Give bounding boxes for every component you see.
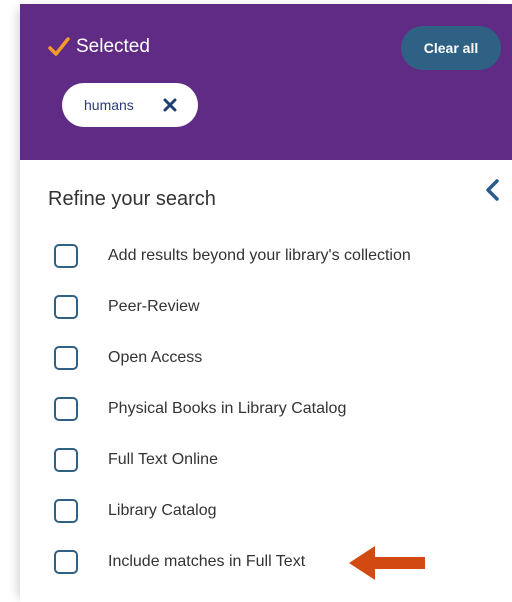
facet-label: Include matches in Full Text [108, 553, 306, 570]
facet-checkbox[interactable] [54, 346, 78, 370]
facet-item-library-catalog[interactable]: Library Catalog [54, 499, 217, 523]
facet-label: Full Text Online [108, 451, 218, 468]
screenshot-canvas: Selected Clear all humans Refine your se… [0, 0, 512, 602]
facet-checkbox[interactable] [54, 499, 78, 523]
checkmark-icon [48, 37, 70, 56]
chevron-left-icon[interactable] [482, 178, 504, 202]
refine-panel: Selected Clear all humans Refine your se… [20, 4, 512, 602]
facet-checkbox[interactable] [54, 397, 78, 421]
clear-all-button[interactable]: Clear all [401, 26, 501, 70]
arrow-left-icon [349, 546, 425, 580]
close-icon[interactable] [162, 97, 178, 113]
facet-item-physical-books[interactable]: Physical Books in Library Catalog [54, 397, 346, 421]
facet-label: Add results beyond your library's collec… [108, 247, 411, 264]
facet-checkbox[interactable] [54, 244, 78, 268]
facet-item-open-access[interactable]: Open Access [54, 346, 202, 370]
facet-item-full-text-online[interactable]: Full Text Online [54, 448, 218, 472]
facet-checkbox[interactable] [54, 295, 78, 319]
selected-title: Selected [76, 36, 150, 57]
facet-checkbox[interactable] [54, 550, 78, 574]
filter-chip-label: humans [84, 97, 134, 113]
facet-label: Physical Books in Library Catalog [108, 400, 347, 417]
facet-label: Peer-Review [108, 298, 200, 315]
facet-item-peer-review[interactable]: Peer-Review [54, 295, 200, 319]
facet-item-include-full-text[interactable]: Include matches in Full Text [54, 550, 305, 574]
facet-label: Open Access [108, 349, 203, 366]
refine-title: Refine your search [48, 188, 216, 210]
selected-header: Selected [48, 36, 150, 58]
facet-item-beyond-collection[interactable]: Add results beyond your library's collec… [54, 244, 411, 268]
filter-chip-humans[interactable]: humans [62, 83, 198, 127]
selected-filters-bar: Selected Clear all humans [20, 4, 512, 160]
facet-label: Library Catalog [108, 502, 217, 519]
facet-checkbox[interactable] [54, 448, 78, 472]
